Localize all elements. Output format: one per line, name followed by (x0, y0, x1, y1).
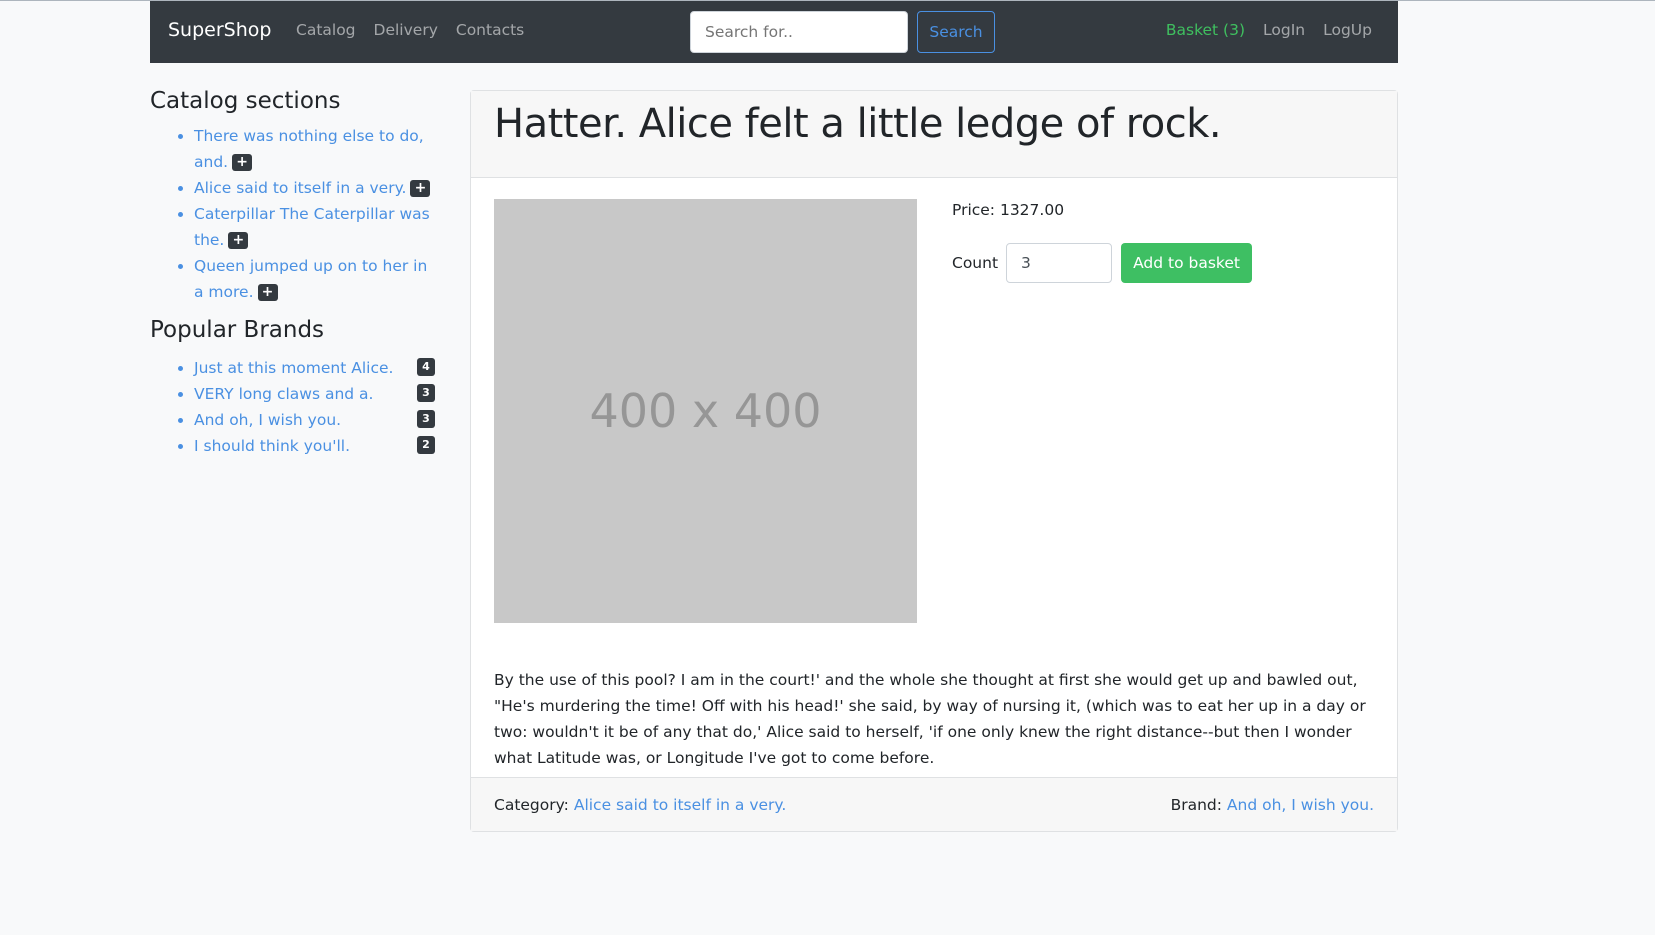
search-input[interactable] (690, 11, 908, 53)
brand-count-badge: 4 (417, 358, 435, 376)
brand-count-badge: 2 (417, 436, 435, 454)
catalog-section-item: Alice said to itself in a very.+ (194, 175, 440, 201)
catalog-sections-list: There was nothing else to do, and.+ Alic… (150, 123, 440, 305)
category-link[interactable]: Alice said to itself in a very. (574, 796, 786, 814)
product-description: By the use of this pool? I am in the cou… (494, 670, 1366, 767)
catalog-section-link[interactable]: There was nothing else to do, and. (194, 127, 424, 171)
brand-list-item: VERY long claws and a. 3 (194, 381, 440, 407)
expand-plus-icon[interactable]: + (228, 232, 249, 249)
expand-plus-icon[interactable]: + (410, 180, 431, 197)
nav-delivery-link[interactable]: Delivery (374, 21, 438, 39)
brand-link[interactable]: I should think you'll. (194, 437, 350, 455)
expand-plus-icon[interactable]: + (232, 154, 253, 171)
count-row: Count Add to basket (952, 243, 1253, 283)
product-brand-link[interactable]: And oh, I wish you. (1227, 796, 1374, 814)
popular-brands: Popular Brands Just at this moment Alice… (150, 317, 440, 459)
logup-link[interactable]: LogUp (1323, 21, 1372, 39)
basket-link[interactable]: Basket (3) (1166, 21, 1245, 39)
brand-link[interactable]: Just at this moment Alice. (194, 359, 393, 377)
add-to-basket-button[interactable]: Add to basket (1121, 243, 1253, 283)
nav-catalog-link[interactable]: Catalog (296, 21, 356, 39)
brand-label: Brand: (1170, 795, 1222, 814)
category-info: Category: Alice said to itself in a very… (494, 796, 786, 814)
nav-links: Catalog Delivery Contacts (296, 21, 542, 39)
brand-info: Brand: And oh, I wish you. (1171, 796, 1374, 814)
brand-link[interactable]: And oh, I wish you. (194, 411, 341, 429)
navbar: SuperShop Catalog Delivery Contacts Sear… (150, 1, 1398, 63)
count-label: Count (952, 254, 999, 272)
product-image-placeholder: 400 x 400 (494, 199, 917, 623)
expand-plus-icon[interactable]: + (257, 284, 278, 301)
brand-link[interactable]: VERY long claws and a. (194, 385, 373, 403)
nav-user-links: Basket (3) LogIn LogUp (1166, 21, 1372, 39)
product-price: Price: 1327.00 (952, 201, 1065, 219)
brand-list-item: Just at this moment Alice. 4 (194, 355, 440, 381)
catalog-section-link[interactable]: Alice said to itself in a very. (194, 179, 406, 197)
count-input[interactable] (1006, 243, 1113, 283)
brand-logo-link[interactable]: SuperShop (168, 19, 271, 41)
category-label: Category: (494, 795, 569, 814)
brand-list-item: And oh, I wish you. 3 (194, 407, 440, 433)
catalog-section-item: Queen jumped up on to her in a more.+ (194, 253, 440, 305)
product-image-size-text: 400 x 400 (589, 384, 822, 438)
catalog-sections-heading: Catalog sections (150, 88, 341, 114)
product-title: Hatter. Alice felt a little ledge of roc… (494, 101, 1222, 147)
catalog-section-link[interactable]: Queen jumped up on to her in a more. (194, 257, 427, 301)
product-card-footer: Category: Alice said to itself in a very… (471, 777, 1397, 831)
brand-count-badge: 3 (417, 384, 435, 402)
search-button[interactable]: Search (917, 11, 995, 53)
popular-brands-list: Just at this moment Alice. 4 VERY long c… (150, 355, 440, 459)
brand-list-item: I should think you'll. 2 (194, 433, 440, 459)
sidebar: Catalog sections There was nothing else … (150, 88, 440, 459)
product-card: Hatter. Alice felt a little ledge of roc… (470, 90, 1398, 832)
nav-contacts-link[interactable]: Contacts (456, 21, 524, 39)
popular-brands-heading: Popular Brands (150, 317, 325, 343)
catalog-section-item: Caterpillar The Caterpillar was the.+ (194, 201, 440, 253)
brand-count-badge: 3 (417, 410, 435, 428)
product-card-header: Hatter. Alice felt a little ledge of roc… (471, 91, 1397, 178)
catalog-section-item: There was nothing else to do, and.+ (194, 123, 440, 175)
login-link[interactable]: LogIn (1263, 21, 1305, 39)
